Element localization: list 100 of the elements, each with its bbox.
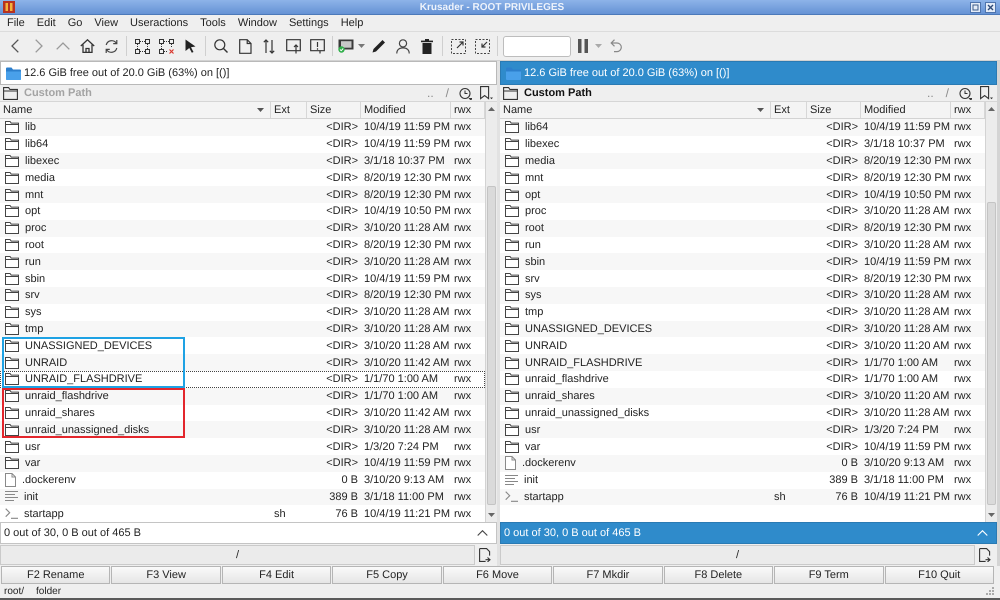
file-row[interactable]: tmp <DIR> 3/10/20 11:28 AM rwx: [0, 320, 485, 338]
file-row[interactable]: srv <DIR> 8/20/19 12:30 PM rwx: [0, 286, 485, 304]
file-row[interactable]: .dockerenv 0 B 3/10/20 9:13 AM rwx: [0, 472, 485, 489]
file-row[interactable]: root <DIR> 8/20/19 12:30 PM rwx: [0, 236, 485, 254]
file-row[interactable]: UNRAID <DIR> 3/10/20 11:20 AM rwx: [500, 337, 985, 354]
history-button[interactable]: [958, 86, 973, 100]
file-row[interactable]: sbin <DIR> 10/4/19 11:59 PM rwx: [500, 253, 985, 270]
file-name: proc: [525, 205, 546, 218]
column-header[interactable]: Modified: [361, 102, 451, 118]
file-row[interactable]: init 389 B 3/1/18 11:00 PM rwx: [500, 472, 985, 489]
menu-item[interactable]: Edit: [30, 16, 62, 30]
column-header[interactable]: Name: [0, 102, 271, 118]
scrollbar-thumb[interactable]: [487, 186, 496, 506]
file-row[interactable]: unraid_flashdrive <DIR> 1/1/70 1:00 AM rwx: [500, 370, 985, 388]
scrollbar[interactable]: [485, 102, 497, 522]
file-row[interactable]: tmp <DIR> 3/10/20 11:28 AM rwx: [500, 304, 985, 321]
file-row[interactable]: UNRAID_FLASHDRIVE <DIR> 1/1/70 1:00 AM rwx: [500, 354, 985, 371]
close-button[interactable]: [984, 0, 997, 14]
file-row[interactable]: var <DIR> 10/4/19 11:59 PM rwx: [0, 454, 485, 472]
file-row[interactable]: UNRAID <DIR> 3/10/20 11:42 AM rwx: [0, 354, 485, 371]
menu-item[interactable]: Tools: [194, 16, 232, 30]
file-name: srv: [25, 289, 40, 302]
modified-cell: 10/4/19 11:59 PM: [864, 440, 950, 453]
column-header[interactable]: Modified: [861, 102, 951, 118]
function-key-button[interactable]: F2 Rename: [1, 566, 110, 584]
status-text: root/: [4, 586, 24, 596]
file-row[interactable]: lib <DIR> 10/4/19 11:59 PM rwx: [0, 119, 485, 136]
column-header[interactable]: Ext: [771, 102, 807, 118]
menu-item[interactable]: Settings: [282, 16, 335, 30]
file-row[interactable]: run <DIR> 3/10/20 11:28 AM rwx: [500, 236, 985, 254]
scrollbar[interactable]: [985, 102, 997, 522]
function-key-button[interactable]: F9 Term: [774, 566, 884, 584]
file-row[interactable]: mnt <DIR> 8/20/19 12:30 PM rwx: [500, 169, 985, 186]
file-row[interactable]: UNASSIGNED_DEVICES <DIR> 3/10/20 11:28 AM rwx: [0, 337, 485, 354]
column-header[interactable]: Name: [500, 102, 771, 118]
path-field[interactable]: /: [0, 545, 475, 565]
column-header[interactable]: Size: [307, 102, 361, 118]
file-row[interactable]: proc <DIR> 3/10/20 11:28 AM rwx: [500, 202, 985, 220]
file-row[interactable]: sys <DIR> 3/10/20 11:28 AM rwx: [500, 286, 985, 304]
pointer-icon: [184, 39, 196, 53]
folder-icon: [505, 306, 519, 318]
file-row[interactable]: unraid_shares <DIR> 3/10/20 11:20 AM rwx: [500, 388, 985, 405]
menu-item[interactable]: Help: [334, 16, 370, 30]
scrollbar-thumb[interactable]: [987, 202, 996, 506]
permissions-cell: rwx: [454, 457, 472, 470]
menu-item[interactable]: View: [88, 16, 124, 30]
file-row[interactable]: startapp sh 76 B 10/4/19 11:21 PM rwx: [0, 505, 485, 522]
file-name: unraid_shares: [525, 390, 595, 402]
file-row[interactable]: usr <DIR> 1/3/20 7:24 PM rwx: [0, 438, 485, 455]
file-row[interactable]: libexec <DIR> 3/1/18 10:37 PM rwx: [500, 136, 985, 153]
file-row[interactable]: unraid_unassigned_disks <DIR> 3/10/20 11:28 AM rwx: [500, 404, 985, 422]
file-row[interactable]: usr <DIR> 1/3/20 7:24 PM rwx: [500, 421, 985, 438]
file-row[interactable]: .dockerenv 0 B 3/10/20 9:13 AM rwx: [500, 454, 985, 472]
menu-item[interactable]: Go: [62, 16, 88, 30]
size-cell: <DIR>: [826, 322, 858, 335]
file-row[interactable]: root <DIR> 8/20/19 12:30 PM rwx: [500, 220, 985, 237]
function-key-button[interactable]: F4 Edit: [222, 566, 332, 584]
function-key-button[interactable]: F6 Move: [442, 566, 552, 584]
file-row[interactable]: sbin <DIR> 10/4/19 11:59 PM rwx: [0, 270, 485, 287]
function-key-button[interactable]: F3 View: [111, 566, 221, 584]
size-cell: <DIR>: [826, 440, 858, 453]
file-row[interactable]: UNASSIGNED_DEVICES <DIR> 3/10/20 11:28 AM rwx: [500, 320, 985, 338]
ext-cell: sh: [774, 490, 786, 503]
column-header[interactable]: Size: [807, 102, 861, 118]
function-key-button[interactable]: F5 Copy: [332, 566, 442, 584]
file-row[interactable]: media <DIR> 8/20/19 12:30 PM rwx: [500, 152, 985, 170]
function-key-button[interactable]: F8 Delete: [664, 566, 774, 584]
file-row[interactable]: run <DIR> 3/10/20 11:28 AM rwx: [0, 253, 485, 270]
file-row[interactable]: opt <DIR> 10/4/19 10:50 PM rwx: [500, 186, 985, 203]
path-action-button[interactable]: [978, 547, 993, 563]
box-arrow-icon: [286, 38, 300, 54]
path-field[interactable]: /: [500, 545, 975, 565]
file-row[interactable]: UNRAID_FLASHDRIVE <DIR> 1/1/70 1:00 AM rwx: [0, 370, 485, 388]
path-action-button[interactable]: [478, 547, 493, 563]
file-row[interactable]: sys <DIR> 3/10/20 11:28 AM rwx: [0, 304, 485, 321]
history-button[interactable]: [458, 86, 473, 100]
menu-item[interactable]: Window: [232, 16, 283, 30]
file-row[interactable]: proc <DIR> 3/10/20 11:28 AM rwx: [0, 220, 485, 237]
file-row[interactable]: init 389 B 3/1/18 11:00 PM rwx: [0, 488, 485, 506]
column-header[interactable]: Ext: [271, 102, 307, 118]
file-row[interactable]: startapp sh 76 B 10/4/19 11:21 PM rwx: [500, 488, 985, 506]
file-row[interactable]: unraid_flashdrive <DIR> 1/1/70 1:00 AM rwx: [0, 388, 485, 405]
file-row[interactable]: unraid_shares <DIR> 3/10/20 11:42 AM rwx: [0, 404, 485, 422]
file-row[interactable]: lib64 <DIR> 10/4/19 11:59 PM rwx: [0, 136, 485, 153]
file-row[interactable]: opt <DIR> 10/4/19 10:50 PM rwx: [0, 202, 485, 220]
file-row[interactable]: var <DIR> 10/4/19 11:59 PM rwx: [500, 438, 985, 455]
file-row[interactable]: lib64 <DIR> 10/4/19 11:59 PM rwx: [500, 119, 985, 136]
function-key-button[interactable]: F7 Mkdir: [553, 566, 663, 584]
bookmarks-button[interactable]: [979, 85, 994, 101]
file-row[interactable]: unraid_unassigned_disks <DIR> 3/10/20 11:28 AM rwx: [0, 421, 485, 438]
toolbar-input-field[interactable]: [503, 36, 571, 56]
file-row[interactable]: srv <DIR> 8/20/19 12:30 PM rwx: [500, 270, 985, 287]
file-row[interactable]: libexec <DIR> 3/1/18 10:37 PM rwx: [0, 152, 485, 170]
menu-item[interactable]: File: [1, 16, 31, 30]
bookmarks-button[interactable]: [479, 85, 494, 101]
file-row[interactable]: mnt <DIR> 8/20/19 12:30 PM rwx: [0, 186, 485, 203]
function-key-button[interactable]: F10 Quit: [884, 566, 994, 584]
file-row[interactable]: media <DIR> 8/20/19 12:30 PM rwx: [0, 169, 485, 186]
menu-item[interactable]: Useractions: [124, 16, 194, 30]
maximize-button[interactable]: [969, 0, 982, 14]
